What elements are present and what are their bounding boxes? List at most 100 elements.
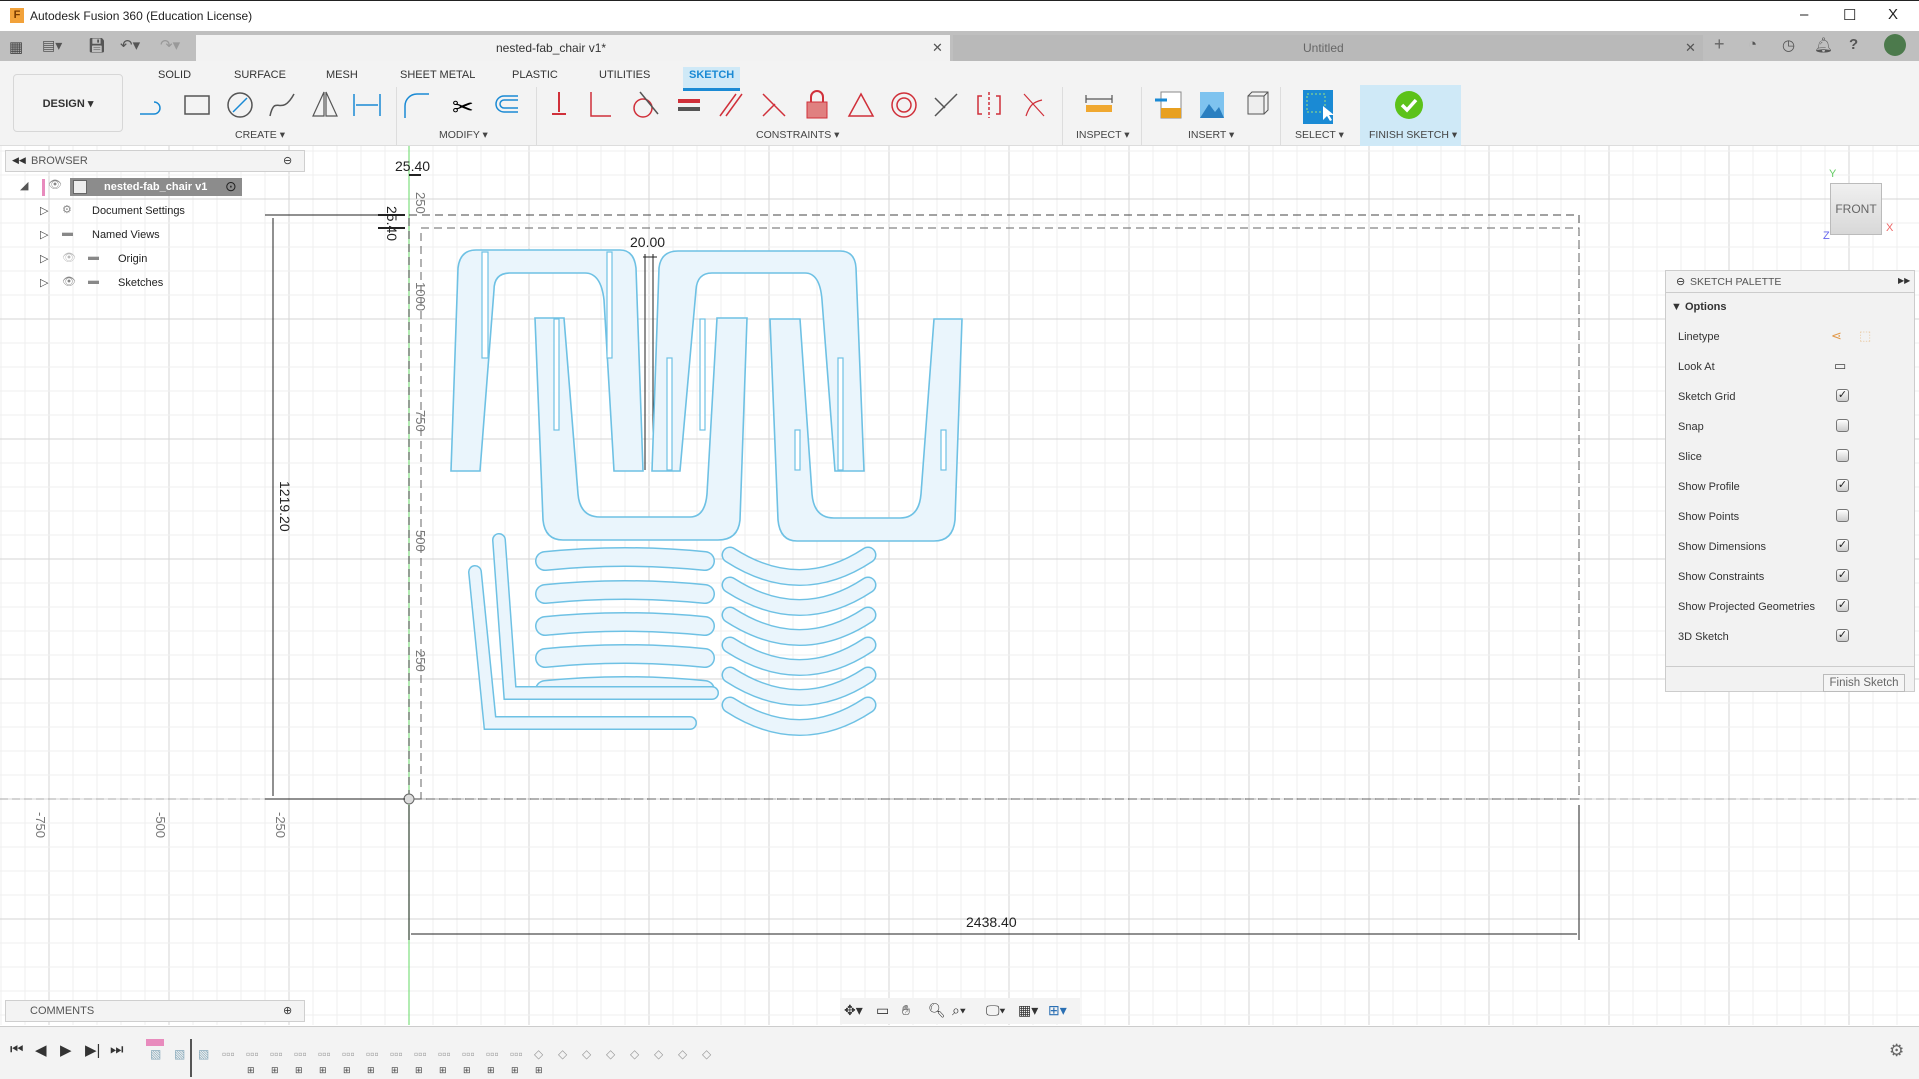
new-tab-icon[interactable]: + — [1714, 34, 1725, 55]
palette-header[interactable]: ⊖ SKETCH PALETTE ▶▶ — [1666, 271, 1914, 293]
close-tab-icon[interactable]: ✕ — [932, 40, 943, 56]
checkbox-show-projected-geometries[interactable]: ✓ — [1836, 599, 1849, 612]
step-forward-icon[interactable]: ▶| — [85, 1041, 100, 1059]
palette-collapse-icon[interactable]: ⊖ — [1676, 275, 1685, 288]
midpoint-tool-button[interactable] — [929, 88, 963, 122]
file-menu-icon[interactable]: ▤▾ — [42, 37, 62, 54]
line-tool-button[interactable] — [136, 88, 170, 122]
undo-icon[interactable]: ↶▾ — [120, 36, 140, 54]
timeline-group-icon[interactable]: ⊞ — [271, 1065, 279, 1076]
timeline-group-icon[interactable]: ⊞ — [463, 1065, 471, 1076]
browser-item-origin[interactable]: ▷ 👁︎ ▬ Origin — [40, 249, 240, 271]
dimension-gap[interactable]: 20.00 — [630, 234, 665, 250]
expand-triangle-icon[interactable]: ▷ — [40, 228, 48, 241]
inspect-menu[interactable]: INSPECT ▾ — [1076, 129, 1130, 141]
visibility-eye-icon[interactable]: 👁︎ — [62, 275, 76, 288]
tab-mesh[interactable]: MESH — [320, 67, 364, 83]
insert-menu[interactable]: INSERT ▾ — [1188, 129, 1234, 141]
parallel-tool-button[interactable] — [714, 88, 748, 122]
timeline-feature[interactable]: ▫▫▫ — [462, 1047, 475, 1061]
timeline-feature[interactable]: ▧ — [174, 1047, 185, 1061]
history-clock-icon[interactable]: ◷ — [1782, 36, 1795, 54]
browser-panel-header[interactable]: ◀◀ BROWSER ⊖ — [5, 150, 305, 172]
look-at-icon[interactable]: ▭ — [1834, 358, 1846, 374]
close-tab-icon[interactable]: ✕ — [1685, 40, 1696, 56]
notifications-bell-icon[interactable]: 🔔︎ — [1814, 36, 1833, 54]
tangent-tool-button[interactable] — [628, 88, 662, 122]
go-to-start-icon[interactable]: ⏮︎ — [10, 1041, 24, 1058]
timeline-settings-gear-icon[interactable]: ⚙ — [1889, 1041, 1904, 1061]
save-icon[interactable]: 💾︎ — [88, 37, 106, 54]
hidden-eye-icon[interactable]: 👁︎ — [62, 251, 76, 264]
checkbox-snap[interactable] — [1836, 419, 1849, 432]
insert-image-tool-button[interactable] — [1195, 88, 1229, 122]
dimension-top-offset[interactable]: 25.40 — [395, 158, 430, 174]
checkbox-show-dimensions[interactable]: ✓ — [1836, 539, 1849, 552]
timeline-group-icon[interactable]: ⊞ — [511, 1065, 519, 1076]
timeline-feature[interactable]: ◇ — [606, 1047, 615, 1061]
redo-icon[interactable]: ↷▾ — [160, 36, 180, 54]
equal-tool-button[interactable] — [672, 88, 706, 122]
browser-item-named-views[interactable]: ▷ ▬ Named Views — [40, 225, 240, 247]
timeline-group-icon[interactable]: ⊞ — [535, 1065, 543, 1076]
checkbox-slice[interactable] — [1836, 449, 1849, 462]
activate-radio-icon[interactable]: ⊙ — [225, 178, 237, 195]
timeline-feature[interactable]: ▫▫▫ — [342, 1047, 355, 1061]
measure-tool-button[interactable] — [1082, 88, 1116, 122]
tab-solid[interactable]: SOLID — [152, 67, 197, 83]
dimension-tool-button[interactable] — [350, 88, 384, 122]
visibility-eye-icon[interactable]: 👁︎ — [48, 178, 62, 191]
timeline-group-icon[interactable]: ⊞ — [487, 1065, 495, 1076]
maximize-button[interactable]: ☐ — [1843, 6, 1856, 24]
timeline-group-icon[interactable]: ⊞ — [295, 1065, 303, 1076]
timeline-feature[interactable]: ◇ — [582, 1047, 591, 1061]
curvature-tool-button[interactable] — [1016, 88, 1050, 122]
tab-untitled[interactable]: Untitled ✕ — [953, 35, 1703, 61]
timeline-group-icon[interactable]: ⊞ — [391, 1065, 399, 1076]
timeline-feature[interactable]: ▫▫▫ — [414, 1047, 427, 1061]
symmetry-tool-button[interactable] — [972, 88, 1006, 122]
timeline-group-icon[interactable]: ⊞ — [439, 1065, 447, 1076]
browser-root[interactable]: ◢ 👁︎ nested-fab_chair v1 ⊙ — [20, 177, 250, 199]
user-avatar[interactable] — [1884, 34, 1906, 56]
grid-settings-icon[interactable]: ▦▾ — [1018, 1002, 1038, 1019]
lock-tool-button[interactable] — [800, 88, 834, 122]
timeline-feature[interactable]: ▫▫▫ — [318, 1047, 331, 1061]
comments-panel-header[interactable]: COMMENTS ⊕ — [5, 1000, 305, 1022]
sheet-margin-outline[interactable] — [420, 227, 1580, 800]
timeline-feature[interactable]: ◇ — [630, 1047, 639, 1061]
timeline-feature[interactable]: ▫▫▫ — [486, 1047, 499, 1061]
timeline-feature[interactable]: ▫▫▫ — [390, 1047, 403, 1061]
orbit-icon[interactable]: ✥▾ — [844, 1002, 863, 1019]
triangle-tool-button[interactable] — [844, 88, 878, 122]
zoom-icon[interactable]: 🔍︎ — [928, 1002, 946, 1019]
timeline-feature[interactable]: ▫▫▫ — [294, 1047, 307, 1061]
timeline-feature[interactable]: ◇ — [678, 1047, 687, 1061]
checkbox-3d-sketch[interactable]: ✓ — [1836, 629, 1849, 642]
fix-tool-button[interactable] — [542, 88, 576, 122]
finish-sketch-button[interactable]: Finish Sketch — [1823, 674, 1905, 692]
display-settings-icon[interactable]: 🖵︎▾ — [986, 1002, 1005, 1019]
timeline-feature[interactable]: ▫▫▫ — [270, 1047, 283, 1061]
mirror-tool-button[interactable] — [308, 88, 342, 122]
fillet-tool-button[interactable] — [400, 88, 434, 122]
timeline-feature[interactable]: ◇ — [534, 1047, 543, 1061]
finish-sketch-tool-button[interactable] — [1392, 88, 1426, 122]
perpendicular-tool-button[interactable] — [757, 88, 791, 122]
select-tool-button[interactable] — [1301, 88, 1335, 124]
design-workspace-button[interactable]: DESIGN ▾ — [13, 74, 123, 132]
pan-hand-icon[interactable]: ✋︎ — [902, 1002, 910, 1019]
timeline-feature[interactable]: ▧ — [198, 1047, 209, 1061]
expand-triangle-icon[interactable]: ▷ — [40, 276, 48, 289]
tab-plastic[interactable]: PLASTIC — [506, 67, 564, 83]
job-status-icon[interactable]: ◔ — [1748, 36, 1757, 53]
timeline-feature[interactable]: ▫▫▫ — [246, 1047, 259, 1061]
modify-menu[interactable]: MODIFY ▾ — [439, 129, 488, 141]
timeline-group-icon[interactable]: ⊞ — [247, 1065, 255, 1076]
timeline-feature[interactable]: ◇ — [654, 1047, 663, 1061]
timeline-feature[interactable]: ◇ — [702, 1047, 711, 1061]
timeline-feature[interactable]: ◇ — [558, 1047, 567, 1061]
browser-item-document-settings[interactable]: ▷ ⚙ Document Settings — [40, 201, 240, 223]
expand-triangle-icon[interactable]: ▷ — [40, 204, 48, 217]
tab-utilities[interactable]: UTILITIES — [593, 67, 656, 83]
